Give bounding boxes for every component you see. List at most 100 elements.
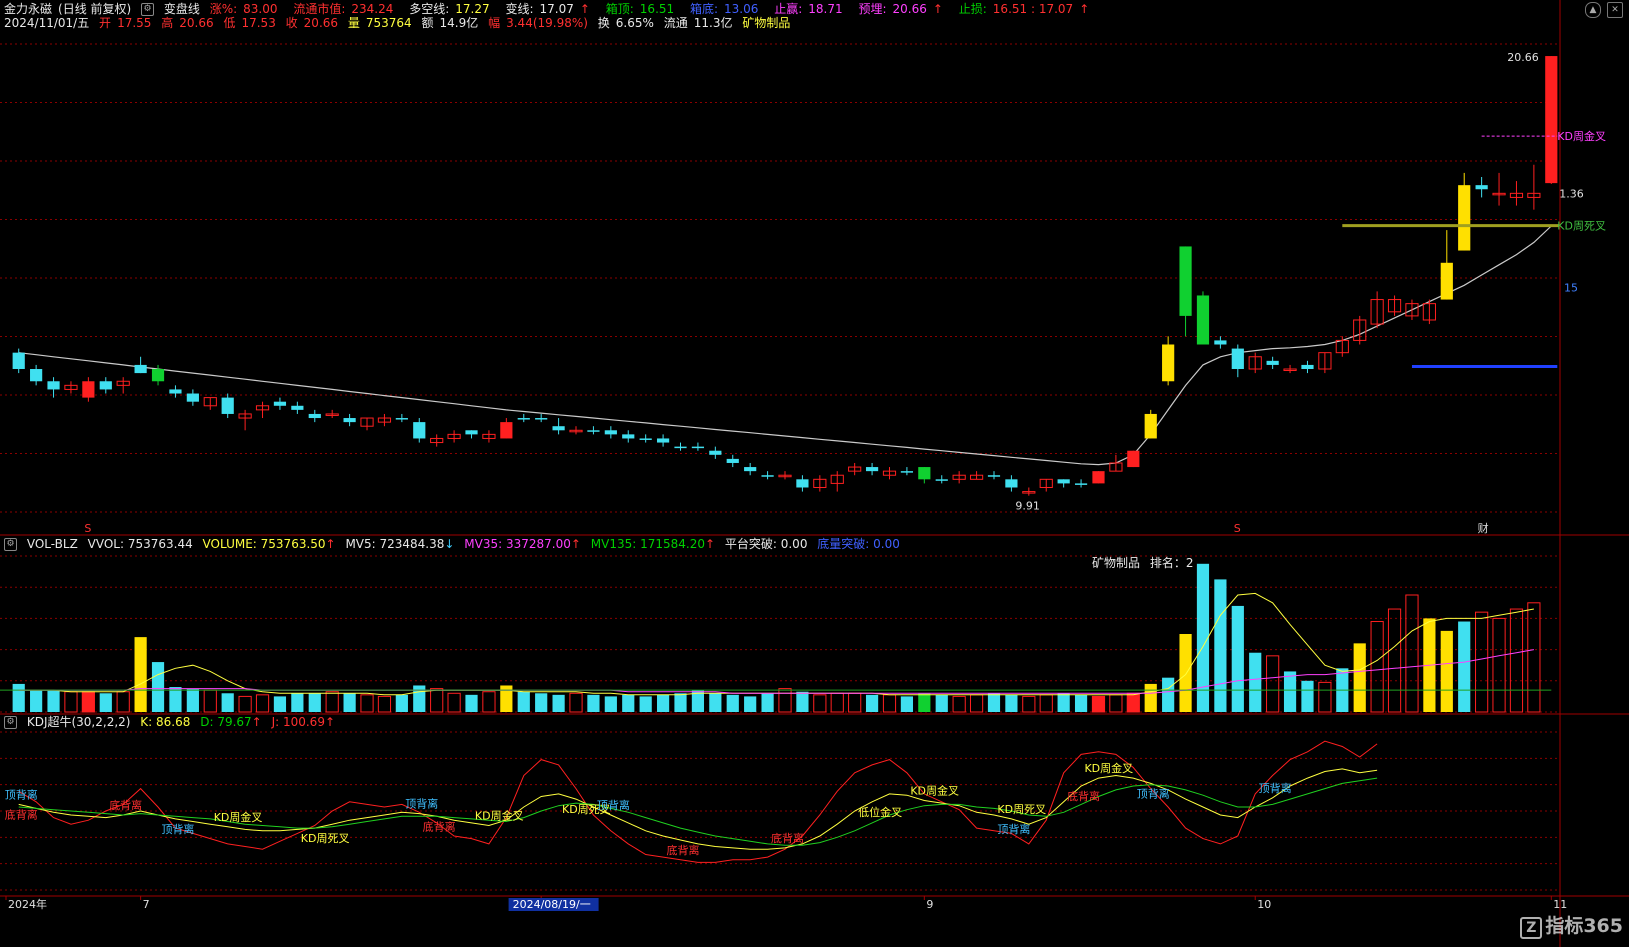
kdj-signal-label: 顶背离 [597,798,630,812]
candle-body [500,422,513,439]
candle-body [1214,340,1227,345]
volume-bar [169,687,182,712]
kdj-signal-label: KD周死叉 [997,803,1046,816]
volume-bar [848,692,862,713]
candle-body [308,413,321,419]
logo: Z 指标365 [1520,911,1623,939]
candle-body [535,418,548,420]
candle-body [1162,344,1175,382]
volume-bar [1249,652,1262,712]
volume-bar [47,690,60,712]
kdj-signal-label: 顶背离 [1137,786,1170,800]
volume-bar [325,691,339,713]
volume-bar [622,694,635,712]
volume-bar [674,693,687,712]
volume-bar [1387,608,1402,713]
kdj-signal-label: 顶背离 [5,787,38,801]
candle-body [221,397,234,414]
volume-bar [1091,695,1106,713]
volume-bar [1109,694,1123,713]
volume-bar [1074,694,1088,712]
candle-body [151,369,165,382]
volume-bar [413,685,426,712]
volume-bar [1318,681,1332,713]
volume-bar [395,694,408,712]
volume-bar [221,693,234,712]
candle-body [1266,360,1279,365]
volume-bar [726,694,739,712]
volume-bar [203,689,217,713]
volume-bar [604,696,617,712]
edge-tag: 15 [1564,281,1578,294]
volume-bar [116,691,130,713]
volume-bar [639,696,652,712]
volume-bar [569,692,583,713]
candle-body [1301,364,1314,370]
candle-body [796,479,809,488]
stock-chart[interactable]: 20.669.91KD周金叉KD周死叉1.3615S S 财顶背离底背离底背离顶背离… [0,0,1629,947]
volume-bar [1301,680,1314,712]
volume-bar [1440,630,1453,712]
candle-body [1179,246,1192,316]
kdj-signal-label: 底背离 [423,819,456,833]
high-price-label: 20.66 [1507,51,1539,64]
candle-body [1458,185,1471,251]
volume-bar [1458,621,1471,712]
candle-body [691,446,705,449]
x-tick-label: 2024年 [8,897,47,911]
volume-bar [64,691,78,713]
volume-bar [918,693,931,712]
candle-body [674,446,687,449]
x-tick-label: 11 [1553,898,1567,911]
candle-body [1144,413,1157,439]
candle-body [343,418,356,423]
price-marker: S [84,522,91,535]
candle-body [987,475,1001,477]
kdj-signal-label: KD周金叉 [475,808,524,822]
candle-body [1127,450,1140,468]
candle-body [169,389,182,394]
volume-bar [830,692,844,713]
volume-bar [1214,579,1227,712]
candle-body [82,381,95,398]
right-tag: 1.36 [1559,187,1584,200]
kdj-signal-label: 顶背离 [161,822,194,836]
candle-body [1005,479,1018,488]
kdj-signal-label: KD周死叉 [301,832,350,845]
volume-bar [900,696,914,712]
volume-bar [500,685,513,712]
volume-bar [1405,594,1419,713]
candle-body [465,430,478,435]
low-price-label: 9.91 [1015,500,1040,513]
candle-body [12,352,25,370]
x-tick-label: 10 [1257,898,1271,911]
volume-bar [987,693,1001,712]
z-logo-icon: Z [1520,917,1543,939]
candle-body [1231,348,1244,370]
volume-bar [1162,677,1175,712]
candle-body [639,438,652,440]
price-marker: S [1234,522,1241,535]
kdj-signal-label: 底背离 [771,831,804,845]
volume-bar [1475,611,1489,713]
vol-ma5-line [18,592,1534,696]
volume-bar [238,695,252,713]
kdj-signal-label: 底背离 [5,807,38,821]
volume-bar [1005,694,1018,712]
volume-bar [151,662,165,712]
volume-bar [255,694,270,713]
volume-bar [1231,605,1244,712]
volume-bar [1266,655,1280,713]
volume-bar [1492,617,1506,713]
volume-bar [1144,683,1157,712]
volume-bar [1527,602,1541,713]
volume-bar [308,693,321,712]
volume-bar [1057,693,1070,712]
candle-body [604,430,617,435]
kdj-signal-label: 低位金叉 [858,805,902,819]
candle-body [291,405,304,410]
kdj-signal-label: 底背离 [667,843,700,857]
kdj-k-line [18,768,1378,850]
kdj-signal-label: 底背离 [1067,789,1100,803]
volume-bar [1353,643,1366,712]
